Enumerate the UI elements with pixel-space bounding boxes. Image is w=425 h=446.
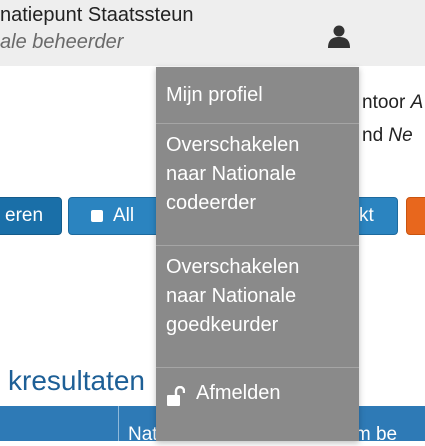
country-info: nd Ne (362, 125, 413, 147)
partial-action-label: eren (5, 205, 44, 226)
results-title: kresultaten (8, 365, 145, 396)
partial-action-button[interactable]: eren (0, 197, 62, 235)
menu-item-my-profile[interactable]: Mijn profiel (156, 81, 359, 110)
office-text: ntoor (362, 92, 411, 113)
menu-item-line: naar Nationale (166, 163, 297, 185)
menu-divider (156, 245, 359, 246)
menu-item-logout[interactable]: Afmelden (156, 372, 359, 416)
office-info: ntoor A (362, 92, 423, 114)
office-value: A (410, 92, 424, 113)
country-text: nd (362, 125, 389, 146)
checkbox-icon (91, 210, 103, 222)
user-icon[interactable] (327, 24, 351, 48)
menu-divider (156, 367, 359, 368)
select-all-button[interactable]: All (68, 197, 168, 235)
app-title: natiepunt Staatssteun (0, 4, 194, 26)
unlock-icon (167, 385, 186, 406)
user-role: ale beheerder (0, 31, 124, 53)
menu-divider (156, 123, 359, 124)
menu-item-switch-approver[interactable]: Overschakelen naar Nationale goedkeurder (156, 253, 359, 340)
user-menu-dropdown: Mijn profiel Overschakelen naar National… (156, 67, 359, 441)
app-header: natiepunt Staatssteun ale beheerder (0, 0, 425, 66)
select-all-label: All (113, 205, 135, 226)
logout-label: Afmelden (196, 382, 281, 404)
menu-item-line: Overschakelen (166, 134, 300, 156)
menu-item-line: goedkeurder (166, 314, 279, 336)
menu-item-line: codeerder (166, 192, 257, 214)
akt-button-label: kt (359, 205, 374, 226)
menu-item-line: Overschakelen (166, 256, 300, 278)
orange-action-button[interactable] (406, 197, 425, 235)
country-value: Ne (388, 125, 413, 146)
menu-item-line: naar Nationale (166, 285, 297, 307)
column-divider (118, 406, 119, 441)
menu-item-switch-coder[interactable]: Overschakelen naar Nationale codeerder (156, 131, 359, 218)
